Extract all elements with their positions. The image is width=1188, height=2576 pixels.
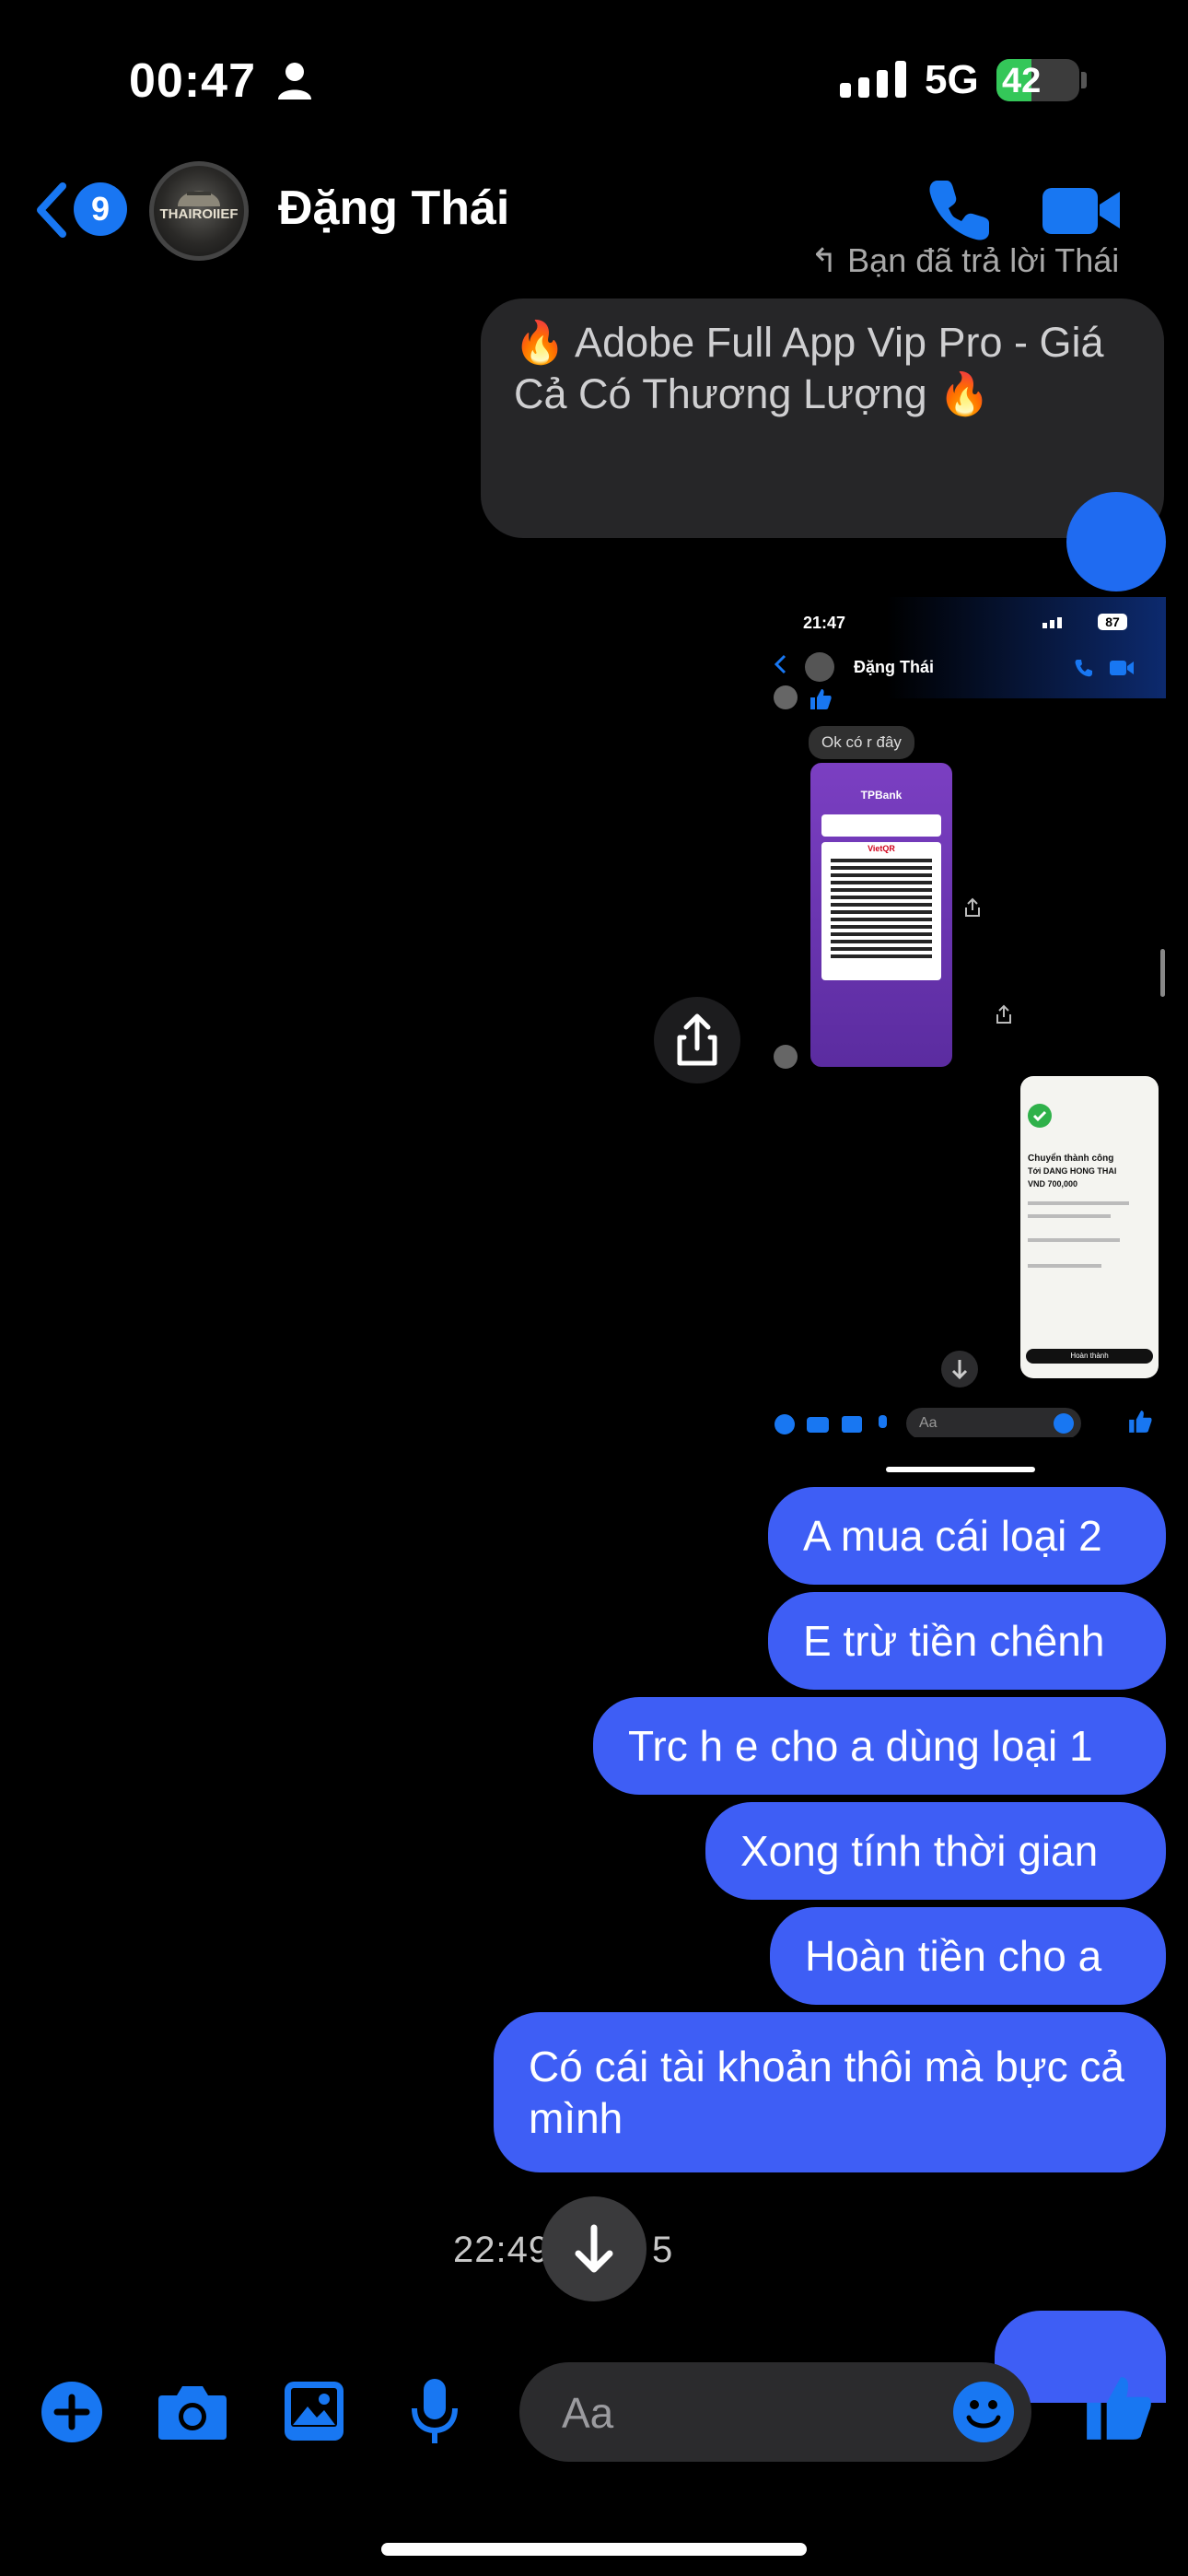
mini-receipt-line xyxy=(1028,1214,1111,1218)
mini-composer-placeholder: Aa xyxy=(919,1415,938,1431)
mini-account-bar xyxy=(821,814,941,837)
video-camera-icon[interactable] xyxy=(1041,181,1124,240)
scroll-indicator[interactable] xyxy=(1160,949,1165,997)
mini-composer-input: Aa xyxy=(906,1408,1081,1437)
battery-tip xyxy=(1081,72,1087,88)
mini-time: 21:47 xyxy=(803,614,846,632)
network-label: 5G xyxy=(925,57,979,102)
message-input[interactable]: Aa xyxy=(519,2362,1031,2462)
emoji-icon[interactable] xyxy=(952,2381,1015,2443)
mini-like-icon xyxy=(810,689,832,709)
reaction-dot xyxy=(1066,492,1166,591)
mini-receipt-line xyxy=(1028,1238,1120,1242)
chevron-left-icon xyxy=(37,182,66,238)
check-icon xyxy=(1028,1104,1052,1128)
mini-contact-name: Đặng Thái xyxy=(854,658,935,676)
qr-code-icon xyxy=(831,857,932,958)
image-attachment[interactable]: 21:47 87 Đặng Thái Ok có r đây TPBank Vi… xyxy=(766,597,1166,1437)
message-bubble[interactable]: Hoàn tiền cho a xyxy=(770,1907,1166,2005)
battery-percent: 42 xyxy=(1002,62,1042,100)
mini-header-bg xyxy=(766,597,1166,698)
contact-name[interactable]: Đặng Thái xyxy=(278,181,509,236)
message-bubble[interactable]: A mua cái loại 2 xyxy=(768,1487,1166,1585)
unread-badge: 9 xyxy=(74,182,127,236)
arrow-down-icon xyxy=(575,2224,613,2273)
phone-icon[interactable] xyxy=(925,175,995,245)
message-bubble[interactable]: Trc h e cho a dùng loại 1 xyxy=(593,1697,1166,1795)
mini-signal-icon xyxy=(1042,615,1068,628)
mini-emoji-icon xyxy=(1054,1413,1074,1434)
share-icon xyxy=(677,1013,717,1066)
reply-hint: ↰ Bạn đã trả lời Thái xyxy=(810,247,1120,279)
share-button[interactable] xyxy=(654,997,740,1083)
mini-like-button-icon xyxy=(1129,1411,1152,1433)
mini-receipt-line xyxy=(1028,1201,1129,1205)
mini-share-icon xyxy=(965,897,980,917)
back-button[interactable]: 9 xyxy=(33,175,134,245)
shared-post-text: 🔥 Adobe Full App Vip Pro - Giá Cả Có Thư… xyxy=(514,319,1104,417)
message-bubble[interactable]: Có cái tài khoản thôi mà bực cả mình xyxy=(494,2012,1166,2172)
battery-icon: 42 xyxy=(996,59,1079,101)
person-icon xyxy=(278,63,311,100)
mini-tpbank-qr-card: TPBank VietQR xyxy=(810,763,952,1067)
mini-share-icon-2 xyxy=(996,1004,1011,1024)
mini-back-icon xyxy=(774,654,786,674)
helmet-icon xyxy=(178,191,220,206)
gallery-icon[interactable] xyxy=(282,2379,346,2443)
message-input-placeholder: Aa xyxy=(562,2389,614,2437)
home-indicator xyxy=(381,2543,807,2556)
mini-receipt-amount: VND 700,000 xyxy=(1028,1179,1078,1188)
message-bubble[interactable]: E trừ tiền chênh xyxy=(768,1592,1166,1690)
signal-icon xyxy=(840,61,914,98)
mini-battery: 87 xyxy=(1098,614,1127,630)
microphone-icon[interactable] xyxy=(409,2377,460,2447)
shared-post-card[interactable]: 🔥 Adobe Full App Vip Pro - Giá Cả Có Thư… xyxy=(481,299,1164,538)
mini-phone-icon xyxy=(1075,660,1092,677)
camera-icon[interactable] xyxy=(157,2381,228,2443)
mini-receipt-name: Tới DANG HONG THAI xyxy=(1028,1166,1117,1176)
mini-receipt-button: Hoàn thành xyxy=(1026,1349,1153,1364)
mini-sender-avatar-2 xyxy=(774,1045,798,1069)
like-button-icon[interactable] xyxy=(1081,2370,1155,2447)
mini-scroll-down xyxy=(941,1351,978,1388)
scroll-down-button[interactable] xyxy=(542,2196,646,2301)
mini-receipt: Chuyển thành công Tới DANG HONG THAI VND… xyxy=(1020,1076,1159,1378)
avatar[interactable]: THAIROIIEF xyxy=(149,161,249,261)
mini-vietqr-label: VietQR xyxy=(868,844,895,853)
mini-receipt-line xyxy=(1028,1264,1101,1268)
mini-home-indicator xyxy=(886,1467,1035,1472)
mini-qr-box: VietQR xyxy=(821,842,941,980)
mini-sender-avatar xyxy=(774,685,798,709)
plus-icon[interactable] xyxy=(41,2381,103,2443)
message-bubble[interactable]: Xong tính thời gian xyxy=(705,1802,1166,1900)
avatar-logo-text: THAIROIIEF xyxy=(159,206,239,222)
mini-receipt-title: Chuyển thành công xyxy=(1028,1153,1114,1164)
mini-avatar xyxy=(805,652,834,682)
mini-bubble: Ok có r đây xyxy=(809,726,914,759)
status-time: 00:47 xyxy=(129,54,256,108)
mini-video-icon xyxy=(1110,661,1134,675)
mini-bank-name: TPBank xyxy=(860,789,903,802)
